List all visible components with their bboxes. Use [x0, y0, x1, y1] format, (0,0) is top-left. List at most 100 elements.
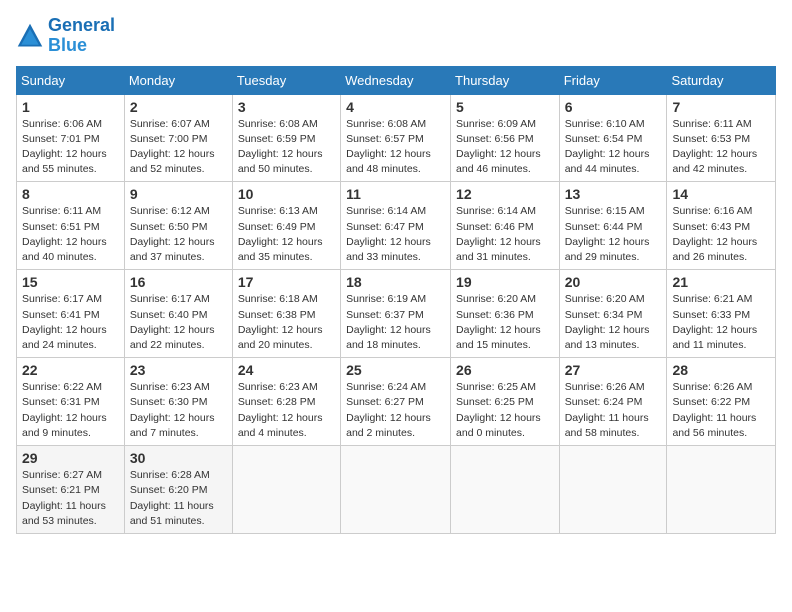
- cell-info: Sunrise: 6:26 AMSunset: 6:22 PMDaylight:…: [672, 380, 770, 441]
- calendar-cell: [559, 446, 667, 534]
- day-number: 14: [672, 186, 770, 202]
- calendar-header-row: SundayMondayTuesdayWednesdayThursdayFrid…: [17, 66, 776, 94]
- calendar-cell: 16 Sunrise: 6:17 AMSunset: 6:40 PMDayligh…: [124, 270, 232, 358]
- day-number: 18: [346, 274, 445, 290]
- day-number: 7: [672, 99, 770, 115]
- calendar-cell: 4 Sunrise: 6:08 AMSunset: 6:57 PMDaylight…: [341, 94, 451, 182]
- logo-text: General Blue: [48, 16, 115, 56]
- weekday-header-friday: Friday: [559, 66, 667, 94]
- day-number: 16: [130, 274, 227, 290]
- cell-info: Sunrise: 6:06 AMSunset: 7:01 PMDaylight:…: [22, 117, 119, 178]
- weekday-header-saturday: Saturday: [667, 66, 776, 94]
- day-number: 17: [238, 274, 335, 290]
- calendar-cell: 13Sunrise: 6:15 AMSunset: 6:44 PMDayligh…: [559, 182, 667, 270]
- day-number: 6: [565, 99, 662, 115]
- cell-info: Sunrise: 6:13 AMSunset: 6:49 PMDaylight:…: [238, 204, 335, 265]
- calendar-cell: [451, 446, 560, 534]
- day-number: 2: [130, 99, 227, 115]
- day-number: 8: [22, 186, 119, 202]
- cell-info: Sunrise: 6:19 AMSunset: 6:37 PMDaylight:…: [346, 292, 445, 353]
- calendar-cell: 26 Sunrise: 6:25 AMSunset: 6:25 PMDayligh…: [451, 358, 560, 446]
- cell-info: Sunrise: 6:23 AMSunset: 6:30 PMDaylight:…: [130, 380, 227, 441]
- logo: General Blue: [16, 16, 115, 56]
- weekday-header-sunday: Sunday: [17, 66, 125, 94]
- calendar-table: SundayMondayTuesdayWednesdayThursdayFrid…: [16, 66, 776, 534]
- cell-info: Sunrise: 6:08 AMSunset: 6:57 PMDaylight:…: [346, 117, 445, 178]
- cell-info: Sunrise: 6:17 AMSunset: 6:40 PMDaylight:…: [130, 292, 227, 353]
- page-header: General Blue: [16, 16, 776, 56]
- day-number: 26: [456, 362, 554, 378]
- calendar-cell: 29 Sunrise: 6:27 AMSunset: 6:21 PMDayligh…: [17, 446, 125, 534]
- cell-info: Sunrise: 6:16 AMSunset: 6:43 PMDaylight:…: [672, 204, 770, 265]
- day-number: 4: [346, 99, 445, 115]
- calendar-cell: 25 Sunrise: 6:24 AMSunset: 6:27 PMDayligh…: [341, 358, 451, 446]
- cell-info: Sunrise: 6:17 AMSunset: 6:41 PMDaylight:…: [22, 292, 119, 353]
- calendar-cell: 9 Sunrise: 6:12 AMSunset: 6:50 PMDaylight…: [124, 182, 232, 270]
- cell-info: Sunrise: 6:09 AMSunset: 6:56 PMDaylight:…: [456, 117, 554, 178]
- calendar-cell: 5 Sunrise: 6:09 AMSunset: 6:56 PMDaylight…: [451, 94, 560, 182]
- cell-info: Sunrise: 6:26 AMSunset: 6:24 PMDaylight:…: [565, 380, 662, 441]
- cell-info: Sunrise: 6:18 AMSunset: 6:38 PMDaylight:…: [238, 292, 335, 353]
- cell-info: Sunrise: 6:22 AMSunset: 6:31 PMDaylight:…: [22, 380, 119, 441]
- day-number: 1: [22, 99, 119, 115]
- weekday-header-monday: Monday: [124, 66, 232, 94]
- day-number: 5: [456, 99, 554, 115]
- cell-info: Sunrise: 6:10 AMSunset: 6:54 PMDaylight:…: [565, 117, 662, 178]
- calendar-cell: 27 Sunrise: 6:26 AMSunset: 6:24 PMDayligh…: [559, 358, 667, 446]
- calendar-week-3: 15 Sunrise: 6:17 AMSunset: 6:41 PMDayligh…: [17, 270, 776, 358]
- cell-info: Sunrise: 6:11 AMSunset: 6:53 PMDaylight:…: [672, 117, 770, 178]
- calendar-cell: 22Sunrise: 6:22 AMSunset: 6:31 PMDayligh…: [17, 358, 125, 446]
- calendar-cell: 3Sunrise: 6:08 AMSunset: 6:59 PMDaylight…: [232, 94, 340, 182]
- calendar-cell: 20Sunrise: 6:20 AMSunset: 6:34 PMDayligh…: [559, 270, 667, 358]
- calendar-cell: 6 Sunrise: 6:10 AMSunset: 6:54 PMDaylight…: [559, 94, 667, 182]
- cell-info: Sunrise: 6:28 AMSunset: 6:20 PMDaylight:…: [130, 468, 227, 529]
- calendar-cell: [341, 446, 451, 534]
- day-number: 25: [346, 362, 445, 378]
- calendar-cell: 1 Sunrise: 6:06 AMSunset: 7:01 PMDaylight…: [17, 94, 125, 182]
- day-number: 30: [130, 450, 227, 466]
- calendar-cell: 2 Sunrise: 6:07 AMSunset: 7:00 PMDaylight…: [124, 94, 232, 182]
- cell-info: Sunrise: 6:12 AMSunset: 6:50 PMDaylight:…: [130, 204, 227, 265]
- calendar-cell: [232, 446, 340, 534]
- calendar-cell: [667, 446, 776, 534]
- day-number: 27: [565, 362, 662, 378]
- day-number: 21: [672, 274, 770, 290]
- calendar-cell: 28 Sunrise: 6:26 AMSunset: 6:22 PMDayligh…: [667, 358, 776, 446]
- calendar-cell: 21Sunrise: 6:21 AMSunset: 6:33 PMDayligh…: [667, 270, 776, 358]
- calendar-cell: 15 Sunrise: 6:17 AMSunset: 6:41 PMDayligh…: [17, 270, 125, 358]
- weekday-header-thursday: Thursday: [451, 66, 560, 94]
- day-number: 19: [456, 274, 554, 290]
- day-number: 10: [238, 186, 335, 202]
- calendar-cell: 24 Sunrise: 6:23 AMSunset: 6:28 PMDayligh…: [232, 358, 340, 446]
- calendar-cell: 14 Sunrise: 6:16 AMSunset: 6:43 PMDayligh…: [667, 182, 776, 270]
- cell-info: Sunrise: 6:27 AMSunset: 6:21 PMDaylight:…: [22, 468, 119, 529]
- calendar-week-1: 1 Sunrise: 6:06 AMSunset: 7:01 PMDaylight…: [17, 94, 776, 182]
- day-number: 24: [238, 362, 335, 378]
- cell-info: Sunrise: 6:25 AMSunset: 6:25 PMDaylight:…: [456, 380, 554, 441]
- day-number: 28: [672, 362, 770, 378]
- cell-info: Sunrise: 6:20 AMSunset: 6:36 PMDaylight:…: [456, 292, 554, 353]
- calendar-cell: 18 Sunrise: 6:19 AMSunset: 6:37 PMDayligh…: [341, 270, 451, 358]
- cell-info: Sunrise: 6:07 AMSunset: 7:00 PMDaylight:…: [130, 117, 227, 178]
- day-number: 23: [130, 362, 227, 378]
- logo-icon: [16, 22, 44, 50]
- calendar-cell: 12 Sunrise: 6:14 AMSunset: 6:46 PMDayligh…: [451, 182, 560, 270]
- cell-info: Sunrise: 6:23 AMSunset: 6:28 PMDaylight:…: [238, 380, 335, 441]
- cell-info: Sunrise: 6:14 AMSunset: 6:46 PMDaylight:…: [456, 204, 554, 265]
- weekday-header-tuesday: Tuesday: [232, 66, 340, 94]
- calendar-cell: 7 Sunrise: 6:11 AMSunset: 6:53 PMDaylight…: [667, 94, 776, 182]
- day-number: 12: [456, 186, 554, 202]
- calendar-cell: 17 Sunrise: 6:18 AMSunset: 6:38 PMDayligh…: [232, 270, 340, 358]
- calendar-cell: 11 Sunrise: 6:14 AMSunset: 6:47 PMDayligh…: [341, 182, 451, 270]
- calendar-cell: 19 Sunrise: 6:20 AMSunset: 6:36 PMDayligh…: [451, 270, 560, 358]
- calendar-week-2: 8Sunrise: 6:11 AMSunset: 6:51 PMDaylight…: [17, 182, 776, 270]
- cell-info: Sunrise: 6:14 AMSunset: 6:47 PMDaylight:…: [346, 204, 445, 265]
- cell-info: Sunrise: 6:24 AMSunset: 6:27 PMDaylight:…: [346, 380, 445, 441]
- day-number: 15: [22, 274, 119, 290]
- day-number: 11: [346, 186, 445, 202]
- weekday-header-wednesday: Wednesday: [341, 66, 451, 94]
- calendar-body: 1 Sunrise: 6:06 AMSunset: 7:01 PMDaylight…: [17, 94, 776, 533]
- day-number: 13: [565, 186, 662, 202]
- day-number: 29: [22, 450, 119, 466]
- day-number: 9: [130, 186, 227, 202]
